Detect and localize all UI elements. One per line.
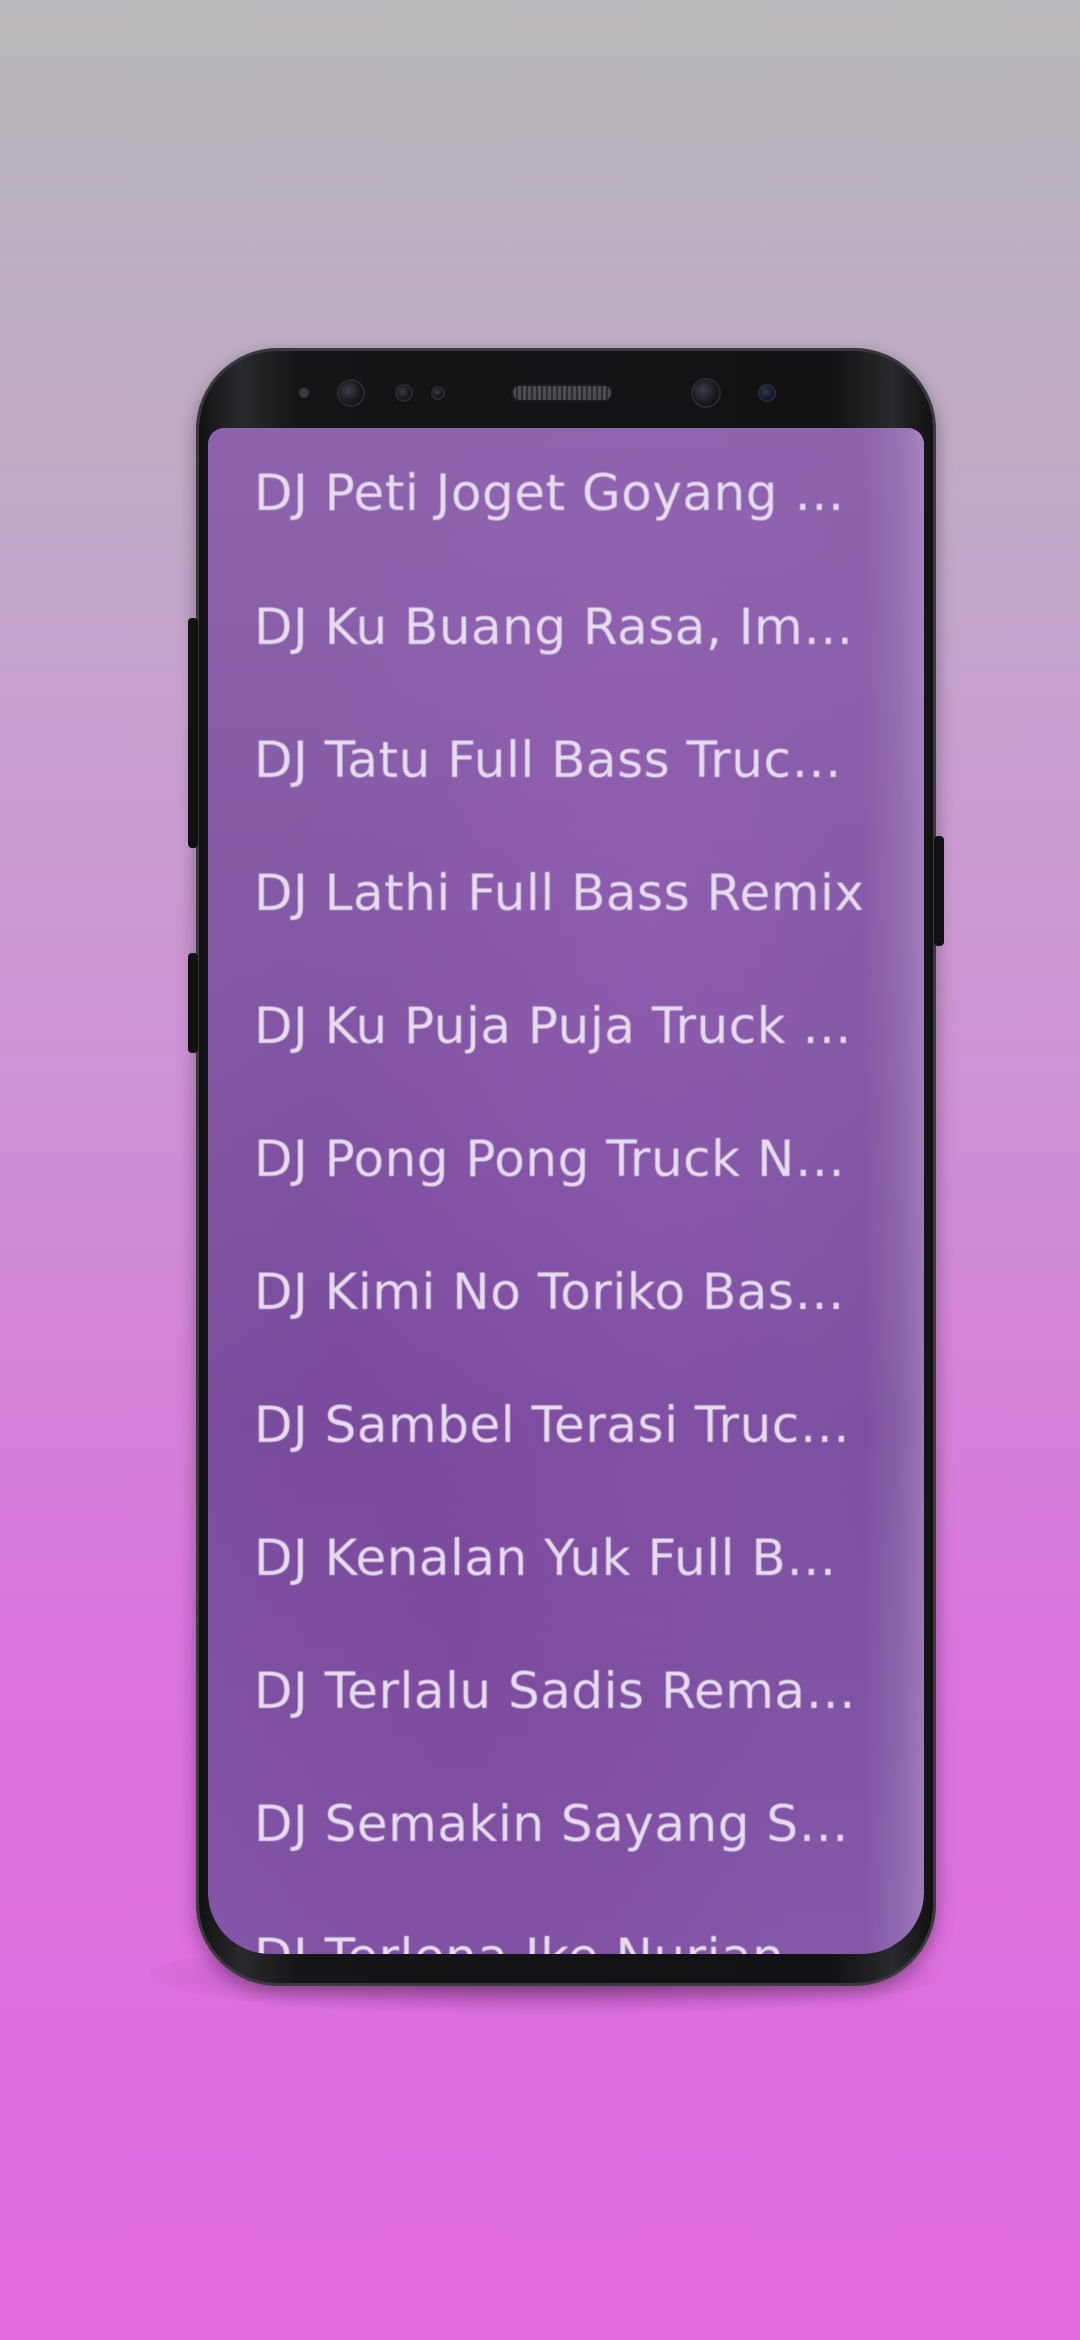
song-title: DJ Semakin Sayang Se...	[254, 1795, 866, 1853]
song-title: DJ Ku Buang Rasa, Imp...	[254, 598, 866, 656]
proximity-sensor-icon	[397, 386, 411, 400]
song-title: DJ Kenalan Yuk Full Bas...	[254, 1529, 866, 1587]
song-list-item[interactable]: DJ Peti Joget Goyang T...	[208, 428, 924, 560]
song-list-item[interactable]: DJ Kenalan Yuk Full Bas...	[208, 1491, 924, 1625]
phone-top-bezel	[196, 348, 936, 440]
song-list-item[interactable]: DJ Terlalu Sadis Remak...	[208, 1624, 924, 1758]
song-title: DJ Peti Joget Goyang T...	[254, 464, 866, 522]
song-list-item[interactable]: DJ Pong Pong Truck Nd...	[208, 1092, 924, 1226]
song-list-item[interactable]: DJ Kimi No Toriko Bass ...	[208, 1225, 924, 1359]
song-list-item[interactable]: DJ Terlena Ike Nurjanna...	[208, 1890, 924, 1954]
song-list-item[interactable]: DJ Ku Puja Puja Truck ...	[208, 959, 924, 1093]
power-button	[934, 836, 944, 946]
song-list-item[interactable]: DJ Lathi Full Bass Remix	[208, 826, 924, 960]
phone-mockup: DJ Peti Joget Goyang T... DJ Ku Buang Ra…	[188, 348, 944, 1986]
song-title: DJ Terlalu Sadis Remak...	[254, 1662, 866, 1720]
status-led-icon	[433, 388, 443, 398]
phone-screen: DJ Peti Joget Goyang T... DJ Ku Buang Ra…	[208, 428, 924, 1954]
song-title: DJ Kimi No Toriko Bass ...	[254, 1263, 866, 1321]
front-camera-icon	[339, 381, 363, 405]
song-title: DJ Lathi Full Bass Remix	[254, 864, 865, 922]
volume-button	[188, 618, 198, 848]
song-title: DJ Ku Puja Puja Truck ...	[254, 997, 852, 1055]
iris-scanner-icon	[693, 380, 719, 406]
song-list-item[interactable]: DJ Sambel Terasi Truck ...	[208, 1358, 924, 1492]
iris-led-icon	[760, 386, 774, 400]
song-title: DJ Pong Pong Truck Nd...	[254, 1130, 866, 1188]
assistant-button	[188, 953, 198, 1053]
light-sensor-icon	[299, 388, 309, 398]
song-title: DJ Sambel Terasi Truck ...	[254, 1396, 866, 1454]
song-list-item[interactable]: DJ Ku Buang Rasa, Imp...	[208, 560, 924, 694]
song-list-item[interactable]: DJ Tatu Full Bass Truck ...	[208, 693, 924, 827]
song-title: DJ Tatu Full Bass Truck ...	[254, 731, 866, 789]
earpiece-speaker-icon	[513, 386, 611, 400]
song-title: DJ Terlena Ike Nurjanna...	[254, 1928, 866, 1954]
song-list-item[interactable]: DJ Semakin Sayang Se...	[208, 1757, 924, 1891]
